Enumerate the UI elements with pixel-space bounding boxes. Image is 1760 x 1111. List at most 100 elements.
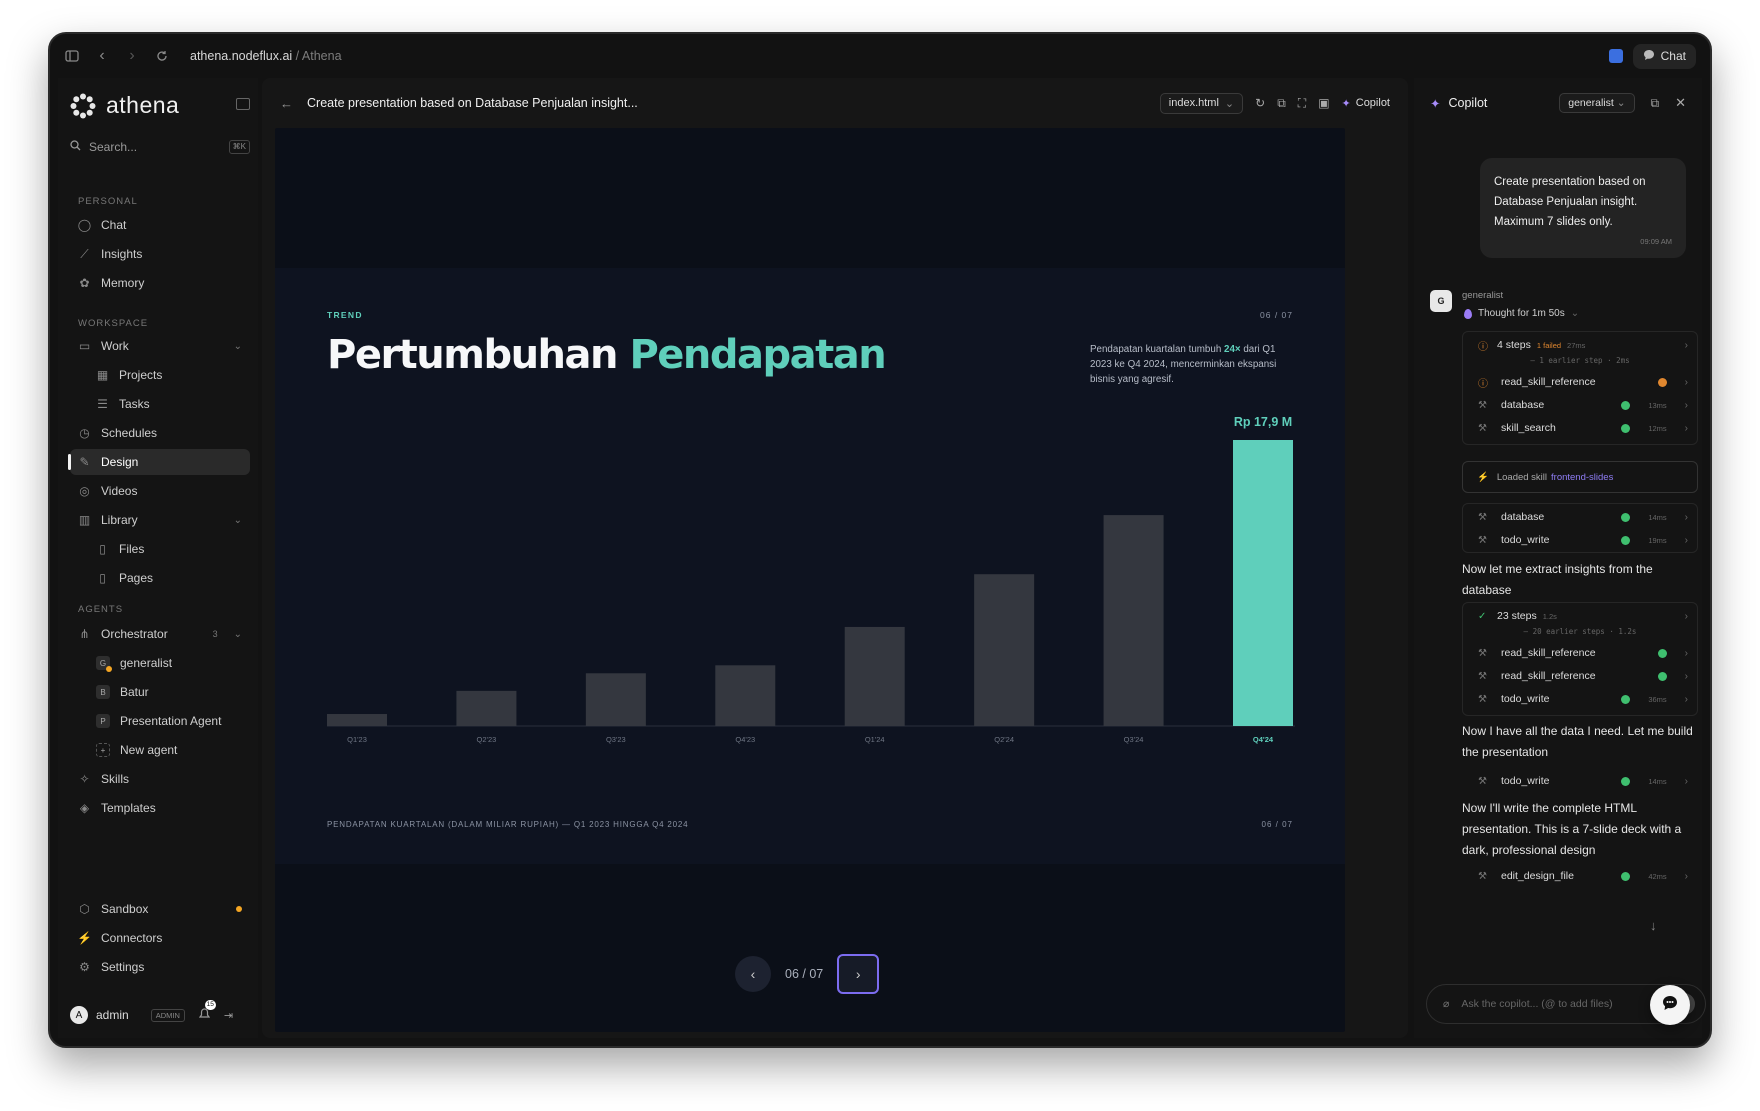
extension-icon[interactable] — [1608, 49, 1623, 63]
slide: TREND 06 / 07 Pertumbuhan Pendapatan Pen… — [275, 268, 1345, 864]
x-tick-label: Q1'24 — [865, 735, 885, 744]
forward-icon[interactable]: › — [124, 47, 140, 64]
chart-caption: PENDAPATAN KUARTALAN (DALAM MILIAR RUPIA… — [327, 820, 689, 829]
present-icon[interactable]: ▣ — [1318, 96, 1329, 110]
sidebar-item-sandbox[interactable]: ⬡ Sandbox — [70, 896, 250, 922]
folder-icon: ▦ — [96, 368, 109, 382]
open-external-icon[interactable]: ⧉ — [1277, 96, 1286, 111]
sidebar-agent-generalist[interactable]: Ggeneralist — [88, 650, 250, 676]
agent-avatar: P — [96, 714, 110, 728]
sidebar-item-chat[interactable]: ◯ Chat — [70, 212, 250, 238]
next-slide-button[interactable]: › — [837, 954, 880, 994]
user-profile[interactable]: A admin ADMIN 15 ⇥ — [70, 999, 250, 1024]
editor-header: ← Create presentation based on Database … — [262, 78, 1408, 128]
slide-pager: ‹ 06 / 07 › — [735, 954, 880, 994]
chat-fab-button[interactable] — [1650, 985, 1690, 1025]
sidebar-item-tasks[interactable]: ☰ Tasks — [88, 391, 250, 417]
sidebar-search[interactable]: Search... ⌘K — [70, 136, 250, 158]
brand-logo[interactable]: athena — [70, 92, 179, 119]
status-ok — [1657, 671, 1667, 681]
sidebar-item-projects[interactable]: ▦ Projects — [88, 362, 250, 388]
thought-toggle[interactable]: Thought for 1m 50s ⌄ — [1464, 308, 1579, 319]
sidebar-item-work[interactable]: ▭ Work ⌄ — [70, 333, 250, 359]
chevron-right-icon: › — [1684, 399, 1688, 411]
tool-call-row[interactable]: ⚒ database 13ms › — [1462, 394, 1698, 416]
agent-select[interactable]: generalist ⌄ — [1559, 93, 1635, 113]
file-select[interactable]: index.html ⌄ — [1159, 92, 1244, 114]
close-icon[interactable]: ✕ — [1675, 95, 1686, 111]
tool-call-row[interactable]: ⚒ todo_write 36ms › — [1462, 688, 1698, 710]
sidebar-item-memory[interactable]: ✿ Memory — [70, 270, 250, 296]
earlier-steps[interactable]: — 20 earlier steps · 1.2s — [1462, 627, 1698, 636]
bell-icon[interactable]: 15 — [198, 999, 216, 1023]
search-label: Search... — [89, 140, 138, 154]
new-chat-icon[interactable]: ⧉ — [1651, 96, 1660, 111]
status-ok — [1621, 512, 1631, 522]
sidebar-item-files[interactable]: ▯ Files — [88, 536, 250, 562]
chat-button[interactable]: Chat — [1632, 43, 1696, 69]
earlier-steps[interactable]: — 1 earlier step · 2ms — [1462, 356, 1698, 365]
sidebar-item-templates[interactable]: ◈ Templates — [70, 795, 250, 821]
sidebar-item-schedules[interactable]: ◷ Schedules — [70, 420, 250, 446]
tool-call-row[interactable]: ⚒ database 14ms › — [1462, 506, 1698, 528]
address-bar[interactable]: athena.nodeflux.ai / Athena — [190, 49, 342, 63]
chevron-down-icon[interactable]: ⌄ — [234, 629, 242, 640]
x-tick-label: Q4'24 — [1253, 735, 1274, 744]
sidebar-item-connectors[interactable]: ⚡ Connectors — [70, 925, 250, 951]
chevron-down-icon[interactable]: ⌄ — [234, 341, 242, 352]
sidebar-toggle-icon[interactable] — [64, 48, 80, 64]
tool-call-row[interactable]: ⚒ read_skill_reference › — [1462, 665, 1698, 687]
sidebar-item-label: Library — [101, 513, 138, 527]
sidebar-item-design[interactable]: ✎ Design — [68, 449, 250, 475]
sidebar-item-skills[interactable]: ✧ Skills — [70, 766, 250, 792]
app-window: ‹ › athena.nodeflux.ai / Athena Chat ath… — [48, 32, 1712, 1048]
step-group-header[interactable]: ✓ 23 steps 1.2s › — [1462, 605, 1698, 627]
status-warning — [1657, 377, 1667, 387]
collapse-sidebar-icon[interactable] — [236, 98, 250, 110]
tool-call-row[interactable]: ⓘ read_skill_reference › — [1462, 371, 1698, 393]
chevron-down-icon[interactable]: ⌄ — [234, 515, 242, 526]
skill-link[interactable]: frontend-slides — [1551, 472, 1613, 483]
sidebar-item-settings[interactable]: ⚙ Settings — [70, 954, 250, 980]
tool-call-row[interactable]: ⚒ read_skill_reference › — [1462, 642, 1698, 664]
sidebar-item-videos[interactable]: ◎ Videos — [70, 478, 250, 504]
agent-avatar: B — [96, 685, 110, 699]
sidebar-item-library[interactable]: ▥ Library ⌄ — [70, 507, 250, 533]
tool-call-row[interactable]: ⚒ edit_design_file 42ms › — [1462, 865, 1698, 887]
status-ok — [1621, 400, 1631, 410]
url-page: Athena — [301, 49, 342, 63]
sidebar: athena Search... ⌘K PERSONAL ◯ Chat ⟋ Insi… — [58, 78, 258, 1038]
fullscreen-icon[interactable]: ⛶ — [1298, 96, 1306, 111]
copilot-toggle-button[interactable]: ✦ Copilot — [1342, 97, 1390, 110]
tool-call-row[interactable]: ⚒ todo_write 19ms › — [1462, 529, 1698, 551]
refresh-icon[interactable]: ↻ — [1255, 96, 1265, 110]
reload-icon[interactable] — [154, 48, 170, 64]
prev-slide-button[interactable]: ‹ — [735, 956, 771, 992]
step-group-header[interactable]: ⓘ 4 steps 1 failed 27ms › — [1462, 334, 1698, 356]
page-title: Create presentation based on Database Pe… — [307, 96, 638, 110]
chart-line-icon: ⟋ — [80, 246, 89, 261]
scroll-down-icon[interactable]: ↓ — [1650, 918, 1657, 933]
paperclip-icon[interactable]: ⌀ — [1443, 998, 1449, 1010]
warning-icon: ⓘ — [1478, 378, 1488, 390]
sidebar-item-pages[interactable]: ▯ Pages — [88, 565, 250, 591]
back-arrow-icon[interactable]: ← — [280, 96, 293, 111]
loaded-skill-card[interactable]: ⚡ Loaded skill frontend-slides — [1462, 461, 1698, 493]
wrench-icon: ⚒ — [1478, 670, 1487, 682]
back-icon[interactable]: ‹ — [94, 47, 110, 64]
tool-call-row[interactable]: ⚒ todo_write 14ms › — [1462, 770, 1698, 792]
url-separator: / — [292, 49, 302, 63]
layers-icon: ◈ — [79, 801, 90, 815]
logout-icon[interactable]: ⇥ — [224, 1009, 233, 1022]
step-time: 27ms — [1567, 340, 1586, 350]
sidebar-item-label: Settings — [101, 960, 145, 974]
assistant-message: Now I'll write the complete HTML present… — [1462, 801, 1682, 857]
sidebar-agent-presentation[interactable]: P Presentation Agent — [88, 708, 250, 734]
tool-call-row[interactable]: ⚒ skill_search 12ms › — [1462, 417, 1698, 439]
tool-name: read_skill_reference — [1501, 670, 1596, 682]
sidebar-item-insights[interactable]: ⟋ Insights — [70, 241, 250, 267]
sidebar-agent-batur[interactable]: B Batur — [88, 679, 250, 705]
sidebar-item-orchestrator[interactable]: ⋔ Orchestrator 3 ⌄ — [70, 621, 250, 647]
tool-time: 13ms — [1648, 400, 1667, 410]
new-agent-button[interactable]: + New agent — [88, 737, 250, 763]
